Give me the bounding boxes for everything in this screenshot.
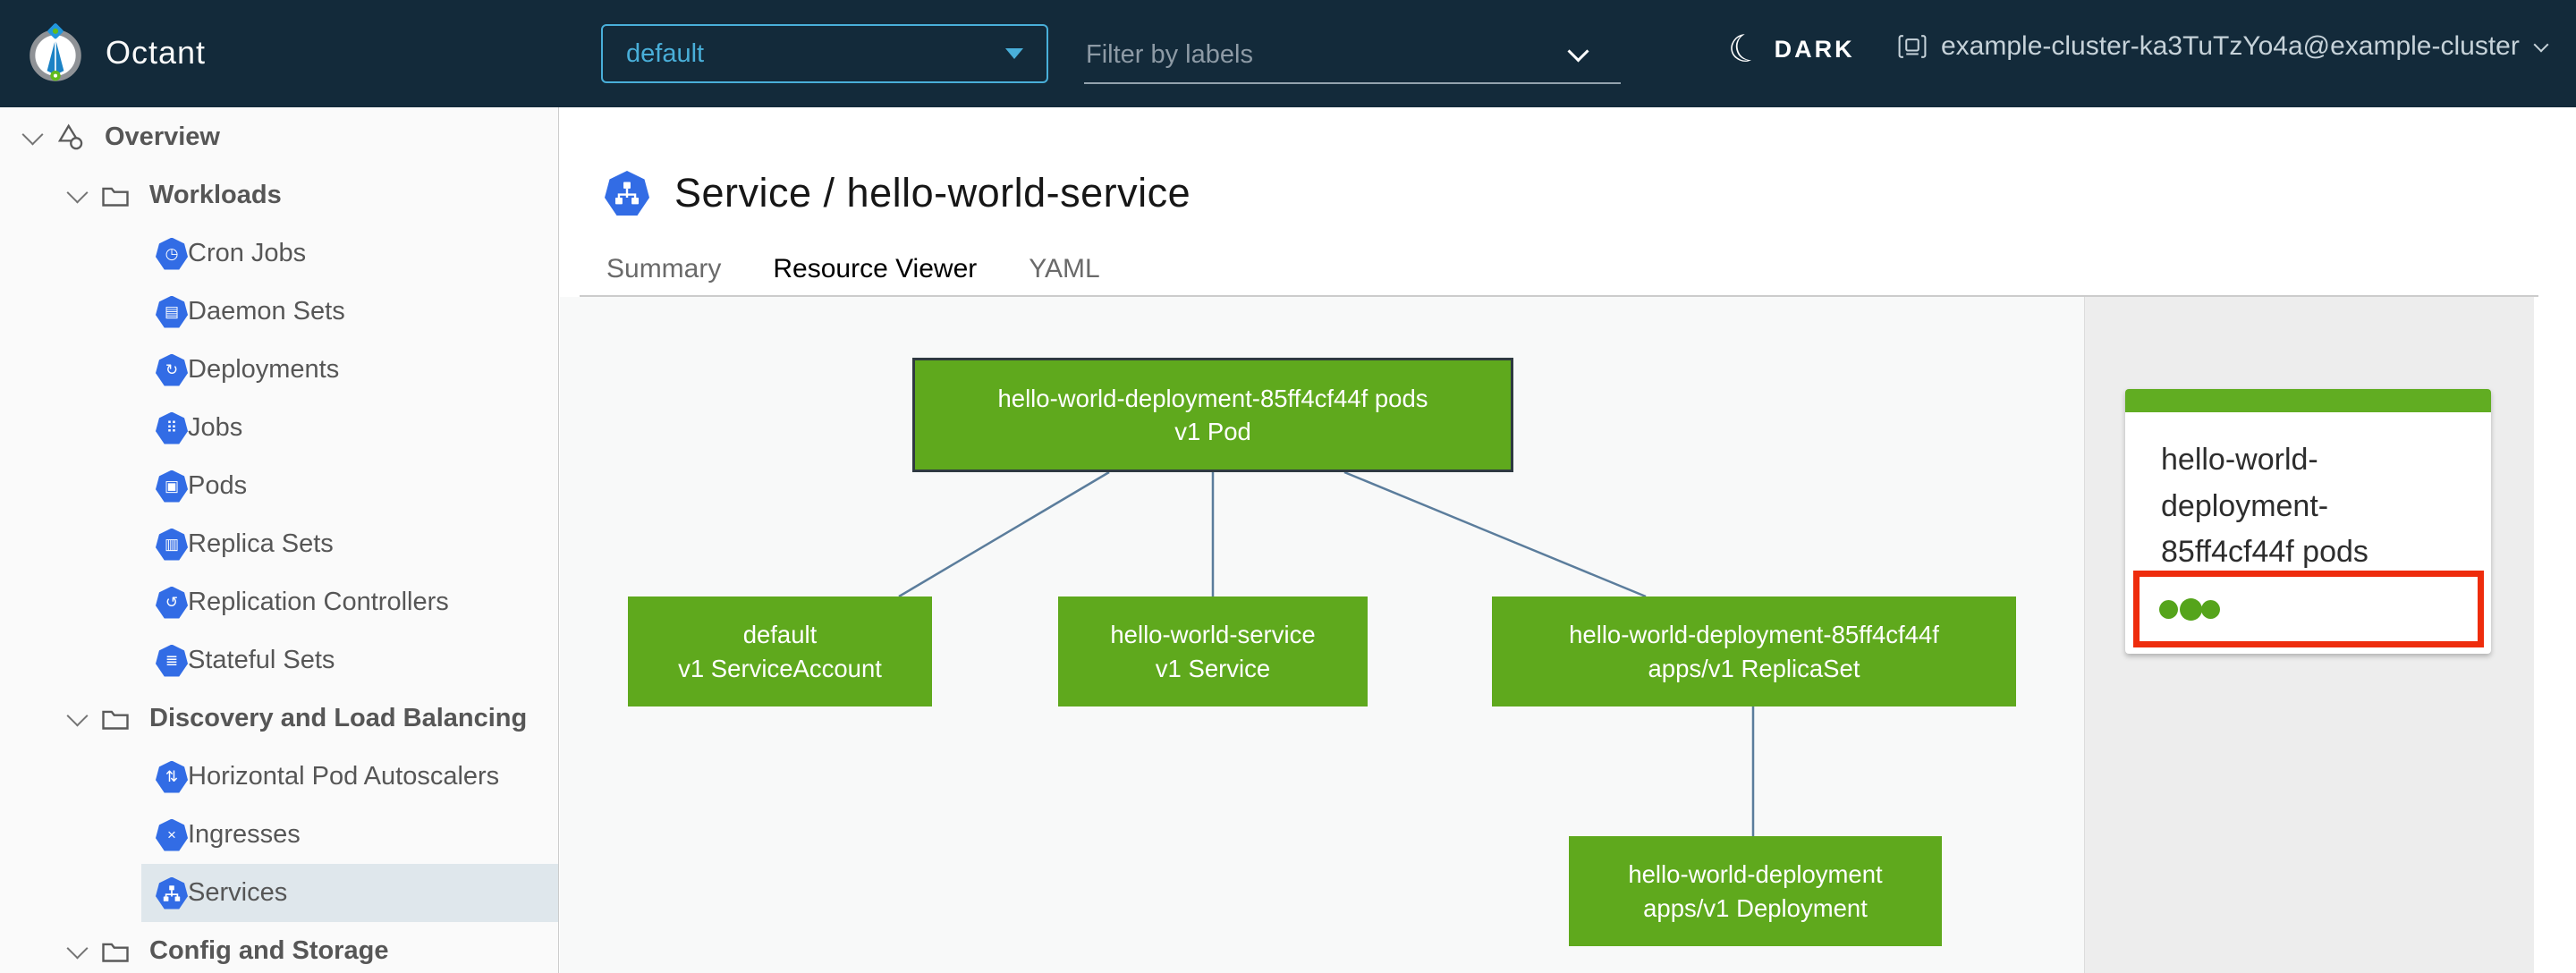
chevron-down-icon[interactable] (66, 182, 89, 204)
overview-icon (55, 121, 87, 153)
node-kind: v1 Pod (1174, 418, 1251, 445)
sidebar-item-daemon-sets[interactable]: ▤ Daemon Sets (141, 283, 558, 341)
node-kind: apps/v1 Deployment (1643, 893, 1868, 922)
replica-sets-icon: ▥ (156, 528, 188, 561)
node-name: hello-world-deployment-85ff4cf44f pods (997, 384, 1428, 412)
pods-icon: ▣ (156, 470, 188, 503)
sidebar-item-services[interactable]: Services (141, 864, 558, 922)
resource-viewer-graph: hello-world-deployment-85ff4cf44f pods v1… (560, 297, 2084, 973)
folder-icon (99, 935, 131, 968)
sidebar-item-pods[interactable]: ▣ Pods (141, 457, 558, 515)
node-name: hello-world-deployment-85ff4cf44f (1569, 621, 1939, 649)
folder-icon (99, 703, 131, 735)
sidebar-item-cron-jobs[interactable]: ◷ Cron Jobs (141, 224, 558, 283)
sidebar-item-label: Workloads (149, 181, 282, 209)
pod-status-dot (2180, 597, 2202, 621)
jobs-icon: ⠿ (156, 411, 188, 444)
label-filter (1084, 27, 1621, 84)
node-name: default (742, 621, 818, 649)
dark-mode-toggle[interactable]: ☾ DARK (1724, 24, 1855, 73)
sidebar-item-stateful-sets[interactable]: ≣ Stateful Sets (141, 631, 558, 690)
sidebar-item-replication-controllers[interactable]: ↺ Replication Controllers (141, 573, 558, 631)
pod-status-box[interactable] (2133, 571, 2484, 647)
services-icon (156, 876, 188, 910)
graph-edge (898, 470, 1110, 598)
octant-logo-icon (23, 21, 88, 86)
deployments-icon: ↻ (156, 353, 188, 386)
horizontal-pod-autoscalers-icon: ⇅ (156, 760, 188, 793)
detail-panel: hello-world-deployment-85ff4cf44f pods (2084, 297, 2534, 973)
sidebar-nav: Overview Workloads ◷ Cron Jobs ▤ Daemon Sets ↻… (0, 107, 559, 973)
octant-app: Octant default ☾ DARK example-cluster-ka… (0, 0, 2576, 973)
sidebar-item-label: Horizontal Pod Autoscalers (188, 762, 500, 791)
stateful-sets-icon: ≣ (156, 644, 188, 677)
app-title: Octant (106, 34, 207, 71)
graph-node-replica-set[interactable]: hello-world-deployment-85ff4cf44f apps/v1… (1492, 596, 2016, 706)
page-title: Service / hello-world-service (674, 170, 1191, 216)
pod-status-dot (2159, 599, 2178, 619)
graph-edge (1343, 470, 1647, 598)
sidebar-item-label: Services (188, 878, 288, 907)
sidebar-item-label: Daemon Sets (188, 297, 345, 326)
folder-icon (99, 180, 131, 212)
sidebar-item-label: Deployments (188, 355, 340, 384)
replication-controllers-icon: ↺ (156, 586, 188, 619)
cluster-context-label: example-cluster-ka3TuTzYo4a@example-clus… (1941, 31, 2520, 61)
graph-node-service-account[interactable]: default v1 ServiceAccount (628, 596, 932, 706)
sidebar-item-label: Pods (188, 471, 248, 500)
sidebar-item-label: Cron Jobs (188, 239, 307, 267)
sidebar-item-label: Config and Storage (149, 936, 389, 965)
cluster-context-selector[interactable]: example-cluster-ka3TuTzYo4a@example-clus… (1896, 30, 2549, 63)
sidebar-item-horizontal-pod-autoscalers[interactable]: ⇅ Horizontal Pod Autoscalers (141, 748, 558, 806)
daemon-sets-icon: ▤ (156, 295, 188, 328)
dark-mode-label: DARK (1774, 35, 1855, 63)
chevron-down-icon[interactable] (1567, 39, 1589, 63)
node-kind: v1 Service (1155, 654, 1271, 682)
sidebar-item-config-and-storage[interactable]: Config and Storage (0, 922, 558, 973)
filter-labels-input[interactable] (1084, 38, 1571, 71)
card-status-bar (2125, 389, 2491, 412)
ingresses-icon: × (156, 818, 188, 851)
chevron-down-icon[interactable] (66, 937, 89, 960)
cluster-icon (1898, 35, 1927, 58)
header-bar: Octant default ☾ DARK example-cluster-ka… (0, 0, 2576, 107)
node-name: hello-world-deployment (1628, 860, 1883, 889)
sidebar-item-label: Overview (105, 122, 220, 151)
sidebar-item-ingresses[interactable]: × Ingresses (141, 806, 558, 864)
sidebar-item-label: Ingresses (188, 820, 301, 849)
sidebar-item-discovery-and-load-balancing[interactable]: Discovery and Load Balancing (0, 690, 558, 748)
cron-jobs-icon: ◷ (156, 237, 188, 270)
graph-node-service[interactable]: hello-world-service v1 Service (1058, 596, 1368, 706)
sidebar-item-label: Jobs (188, 413, 243, 442)
moon-icon: ☾ (1723, 24, 1767, 73)
sidebar-item-deployments[interactable]: ↻ Deployments (141, 341, 558, 399)
node-kind: v1 ServiceAccount (678, 654, 882, 682)
chevron-down-icon[interactable] (66, 705, 89, 727)
node-kind: apps/v1 ReplicaSet (1648, 654, 1860, 682)
sidebar-item-label: Replication Controllers (188, 588, 449, 616)
pod-status-dot (2201, 599, 2220, 619)
chevron-down-icon[interactable] (21, 123, 44, 146)
graph-node-deployment[interactable]: hello-world-deployment apps/v1 Deployment (1569, 836, 1942, 946)
sidebar-item-overview[interactable]: Overview (0, 107, 558, 166)
sidebar-item-workloads[interactable]: Workloads (0, 166, 558, 224)
sidebar-item-label: Stateful Sets (188, 646, 335, 674)
namespace-select[interactable]: default (601, 24, 1048, 83)
sidebar-item-jobs[interactable]: ⠿ Jobs (141, 399, 558, 457)
service-icon (605, 171, 649, 216)
sidebar-item-label: Replica Sets (188, 529, 334, 558)
resource-summary-card[interactable]: hello-world-deployment-85ff4cf44f pods (2125, 389, 2491, 654)
caret-down-icon (1005, 48, 1023, 59)
sidebar-item-replica-sets[interactable]: ▥ Replica Sets (141, 515, 558, 573)
node-name: hello-world-service (1110, 621, 1316, 649)
namespace-select-value: default (626, 38, 705, 68)
sidebar-item-label: Discovery and Load Balancing (149, 704, 528, 732)
graph-node-pod[interactable]: hello-world-deployment-85ff4cf44f pods v1… (912, 358, 1513, 472)
chevron-down-icon (2533, 37, 2549, 53)
page-title-row: Service / hello-world-service (605, 170, 1191, 216)
card-title: hello-world-deployment-85ff4cf44f pods (2161, 443, 2368, 570)
